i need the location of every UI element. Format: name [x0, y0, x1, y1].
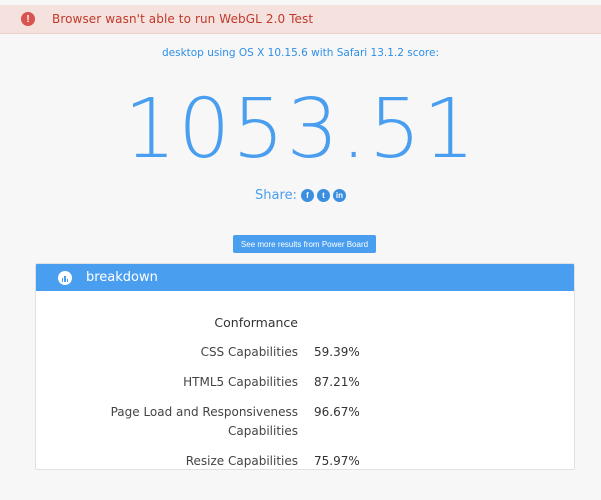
- score-subtitle: desktop using OS X 10.15.6 with Safari 1…: [161, 47, 440, 59]
- row-value-resize: 75.97%: [314, 454, 360, 468]
- row-value-page-load: 96.67%: [314, 405, 360, 419]
- conformance-heading: Conformance: [214, 315, 298, 330]
- facebook-icon[interactable]: f: [300, 189, 314, 202]
- row-label-html5: HTML5 Capabilities: [183, 375, 298, 389]
- alert-message: Browser wasn't able to run WebGL 2.0 Tes…: [52, 12, 314, 26]
- bar-chart-icon: [58, 270, 72, 285]
- row-label-resize: Resize Capabilities: [185, 454, 298, 468]
- linkedin-icon[interactable]: in: [332, 189, 346, 202]
- breakdown-panel: breakdown Conformance CSS Capabilities 5…: [35, 263, 575, 470]
- breakdown-header[interactable]: breakdown: [36, 264, 574, 291]
- row-value-css: 59.39%: [314, 345, 360, 359]
- overall-score: 1053.51: [123, 82, 478, 177]
- page: ! Browser wasn't able to run WebGL 2.0 T…: [0, 0, 601, 500]
- twitter-icon[interactable]: t: [316, 189, 330, 202]
- webgl-error-alert: ! Browser wasn't able to run WebGL 2.0 T…: [0, 5, 601, 34]
- row-label-css: CSS Capabilities: [200, 345, 298, 359]
- row-value-html5: 87.21%: [314, 375, 360, 389]
- exclamation-icon: !: [21, 12, 35, 26]
- share-label: Share:: [255, 188, 297, 203]
- see-more-results-button[interactable]: See more results from Power Board: [233, 235, 376, 253]
- breakdown-title: breakdown: [86, 270, 158, 285]
- share-bar: Share: f t in: [0, 188, 601, 203]
- row-label-page-load: Page Load and Responsiveness Capabilitie…: [110, 405, 298, 438]
